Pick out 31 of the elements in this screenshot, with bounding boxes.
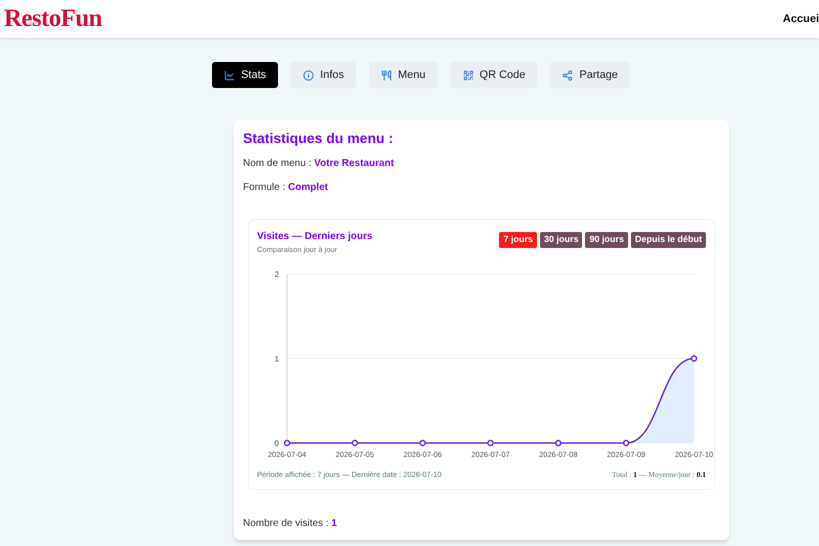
data-point	[487, 440, 494, 446]
logo[interactable]: RestoFun	[4, 0, 102, 38]
info-line: Nom de menu : Votre Restaurant	[243, 159, 395, 169]
tab[interactable]: QR Code	[450, 62, 538, 88]
data-point	[419, 440, 426, 446]
range-button[interactable]: 30 jours	[540, 232, 582, 248]
data-point	[690, 356, 698, 362]
tab[interactable]: Partage	[550, 62, 630, 88]
data-point	[352, 440, 358, 446]
tab[interactable]: Infos	[291, 62, 356, 88]
nav-link[interactable]: Accuei	[782, 10, 819, 28]
info-icon	[303, 70, 314, 80]
tab[interactable]: Stats	[212, 62, 278, 88]
visit-count: Nombre de visites : 1	[243, 516, 338, 530]
line-chart-icon	[224, 70, 236, 80]
card-title: Statistiques du menu :	[243, 131, 394, 145]
axis-tick-label: 2	[274, 270, 279, 280]
tab[interactable]: Menu	[369, 62, 438, 88]
range-button[interactable]: 90 jours	[585, 232, 628, 248]
chart-title: Visites — Derniers jours	[257, 232, 372, 242]
data-point	[555, 440, 562, 446]
range-button[interactable]: Depuis le début	[630, 232, 706, 248]
share-icon	[562, 70, 574, 80]
utensils-icon	[381, 70, 392, 80]
data-point	[622, 440, 630, 446]
data-point	[284, 440, 290, 446]
qr-code-icon	[462, 70, 474, 80]
axis-tick-label: 0	[274, 439, 279, 448]
info-line: Formule : Complet	[243, 183, 330, 193]
range-button[interactable]: 7 jours	[499, 232, 537, 248]
axis-tick-label: 1	[274, 354, 279, 364]
